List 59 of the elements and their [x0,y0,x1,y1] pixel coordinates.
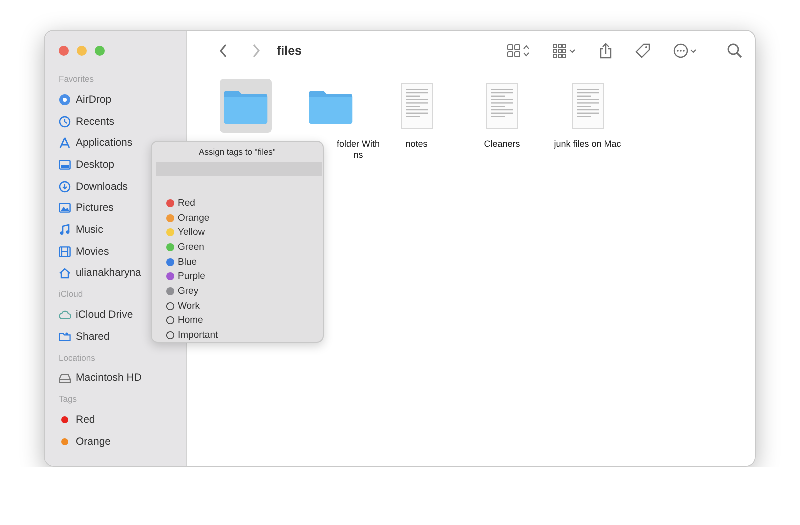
tag-option[interactable]: Important [178,330,218,342]
tag-dot-icon [59,414,71,426]
cloud-icon [59,309,71,322]
file-name: junk files on Mac [554,139,622,150]
search-icon[interactable] [727,43,743,59]
tag-icon[interactable] [635,43,651,59]
share-icon[interactable] [599,43,613,59]
section-heading: Favorites [59,74,94,86]
window-title: files [277,44,302,58]
tag-option[interactable]: Grey [178,286,199,297]
sidebar-item[interactable]: ulianakharyna [76,267,142,280]
group-icon[interactable] [553,43,577,59]
document-icon[interactable] [572,83,604,129]
sidebar-item[interactable]: Red [76,414,96,426]
section-heading: Tags [59,394,77,406]
document-icon[interactable] [486,83,518,129]
file-name: folder With ns [336,139,380,161]
sidebar-item[interactable]: Movies [76,246,110,258]
download-icon [59,180,71,193]
section-heading: Locations [59,352,96,365]
sidebar-item[interactable]: Recents [76,116,115,128]
sidebar-item[interactable]: Applications [76,137,133,150]
sidebar-item[interactable]: Desktop [76,158,115,171]
sidebar-item[interactable]: AirDrop [76,94,112,106]
tag-option[interactable]: Red [178,198,196,209]
file-name: Cleaners [484,139,520,150]
tag-option[interactable]: Green [178,242,204,253]
sidebar-item[interactable]: Music [76,224,104,236]
sidebar-item[interactable]: Pictures [76,202,114,214]
icon-view-icon[interactable] [507,43,531,59]
picture-icon [59,202,71,214]
sidebar-item[interactable]: Orange [76,436,112,448]
tag-option[interactable]: Work [178,300,200,312]
tag-option[interactable]: Blue [178,256,198,268]
section-heading: iCloud [59,289,84,302]
shared-folder-icon [59,330,71,343]
tag-option[interactable]: Orange [178,212,210,224]
sidebar-item[interactable]: Shared [76,330,110,343]
document-icon[interactable] [400,83,433,129]
applications-icon [59,137,71,150]
house-icon [59,267,71,280]
music-note-icon [59,224,71,236]
tag-option[interactable]: Home [178,315,204,326]
tag-option[interactable]: Yellow [178,227,206,238]
desktop-icon [59,158,71,171]
film-icon [59,246,71,258]
clock-icon [59,116,71,128]
sidebar-item[interactable]: Downloads [76,180,128,193]
drive-icon [59,372,71,384]
tag-input-field[interactable] [156,162,322,176]
window-controls-icon[interactable] [59,46,105,56]
tag-option[interactable]: Purple [178,271,206,282]
sidebar-item[interactable]: Macintosh HD [76,372,142,384]
more-icon[interactable] [673,43,697,59]
file-name: notes [406,139,428,150]
popover-title: Assign tags to "files" [198,147,277,157]
sidebar-item[interactable]: iCloud Drive [76,309,134,322]
airdrop-icon [59,94,71,106]
tag-dot-icon [59,436,71,448]
